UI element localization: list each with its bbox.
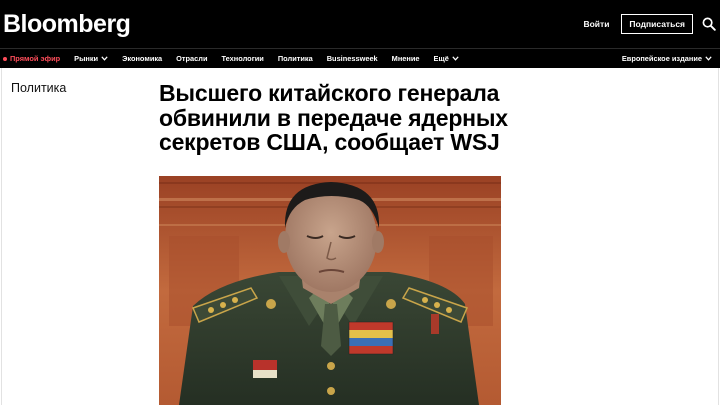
nav-item-label: Рынки xyxy=(74,54,99,63)
nav-item-economics[interactable]: Экономика xyxy=(122,54,162,63)
nav-item-markets[interactable]: Рынки xyxy=(74,54,108,63)
left-divider xyxy=(1,68,2,405)
nav-item-politics[interactable]: Политика xyxy=(278,54,313,63)
chevron-down-icon xyxy=(705,56,712,61)
nav-item-label: Businessweek xyxy=(326,54,378,63)
edition-selector[interactable]: Европейское издание xyxy=(622,49,712,68)
chevron-down-icon xyxy=(101,56,108,61)
top-actions: Войти Подписаться xyxy=(583,0,720,48)
nav-item-technology[interactable]: Технологии xyxy=(222,54,264,63)
nav-items: Прямой эфир Рынки Экономика Отрасли Техн… xyxy=(0,49,473,68)
right-divider xyxy=(718,68,719,405)
nav-item-businessweek[interactable]: Businessweek xyxy=(327,54,378,63)
login-link[interactable]: Войти xyxy=(583,19,609,29)
nav-item-label: Мнение xyxy=(391,54,420,63)
nav-item-label: Технологии xyxy=(221,54,264,63)
section-label[interactable]: Политика xyxy=(11,81,66,95)
nav-item-label: Экономика xyxy=(122,54,163,63)
edition-label: Европейское издание xyxy=(621,54,702,63)
nav-bar: Прямой эфир Рынки Экономика Отрасли Техн… xyxy=(0,48,720,68)
article-headline: Высшего китайского генерала обвинили в п… xyxy=(159,80,508,155)
general-portrait-image xyxy=(159,176,501,405)
subscribe-button[interactable]: Подписаться xyxy=(621,14,693,34)
nav-item-label: Политика xyxy=(277,54,313,63)
live-dot-icon xyxy=(3,56,7,61)
search-icon[interactable] xyxy=(702,17,716,31)
nav-item-label: Ещё xyxy=(433,54,449,63)
chevron-down-icon xyxy=(452,56,459,61)
nav-live[interactable]: Прямой эфир xyxy=(3,54,60,63)
bloomberg-logo[interactable]: Bloomberg xyxy=(3,9,131,39)
nav-item-industries[interactable]: Отрасли xyxy=(176,54,207,63)
top-bar: Bloomberg Войти Подписаться xyxy=(0,0,720,48)
nav-item-label: Отрасли xyxy=(176,54,208,63)
article-photo xyxy=(159,176,501,405)
nav-live-label: Прямой эфир xyxy=(10,54,61,63)
nav-item-opinion[interactable]: Мнение xyxy=(392,54,420,63)
nav-item-more[interactable]: Ещё xyxy=(434,54,459,63)
